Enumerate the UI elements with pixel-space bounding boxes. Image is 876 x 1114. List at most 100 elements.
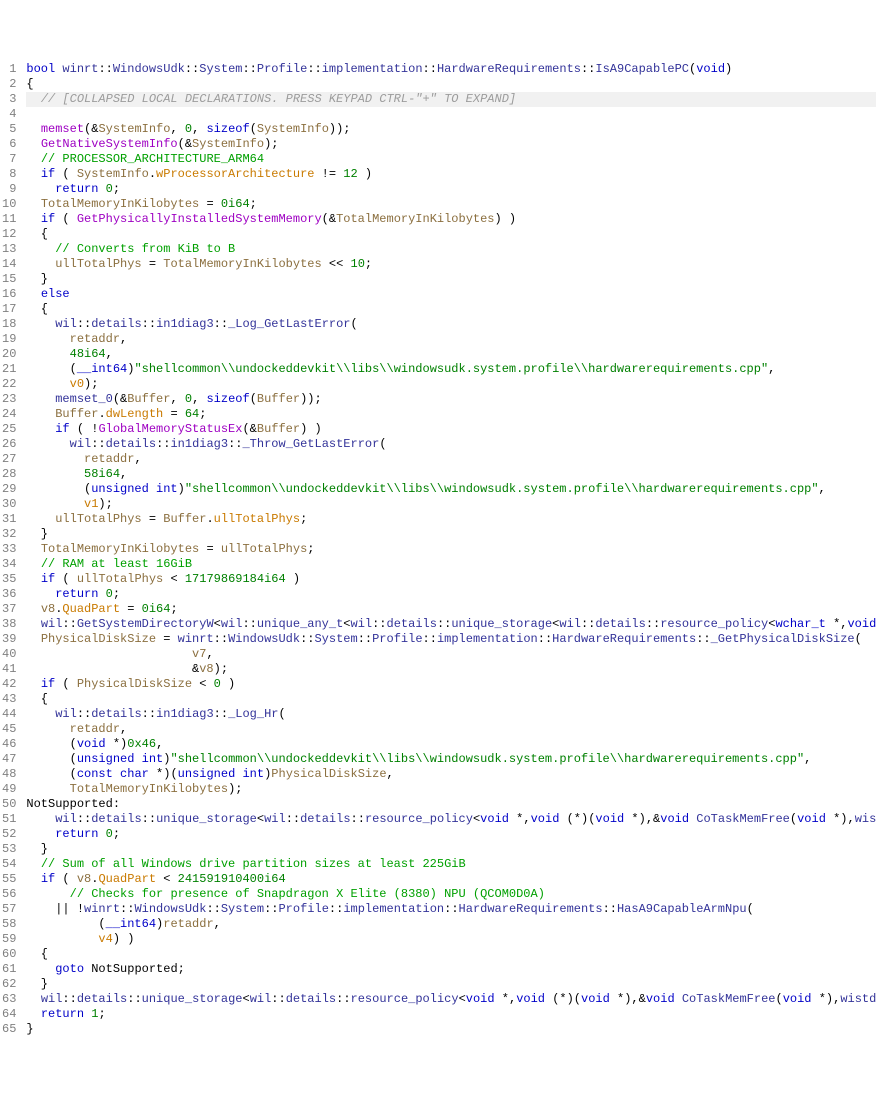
line-number: 38	[2, 617, 16, 632]
code-line[interactable]: retaddr,	[26, 332, 876, 347]
code-line[interactable]: wil::details::in1diag3::_Log_Hr(	[26, 707, 876, 722]
code-line[interactable]: retaddr,	[26, 722, 876, 737]
line-number: 2	[2, 77, 16, 92]
code-line[interactable]: if ( GetPhysicallyInstalledSystemMemory(…	[26, 212, 876, 227]
line-number: 43	[2, 692, 16, 707]
code-line[interactable]: {	[26, 947, 876, 962]
code-line[interactable]: wil::details::unique_storage<wil::detail…	[26, 812, 876, 827]
code-line[interactable]: }	[26, 527, 876, 542]
code-line[interactable]: wil::GetSystemDirectoryW<wil::unique_any…	[26, 617, 876, 632]
line-number: 37	[2, 602, 16, 617]
code-line[interactable]: if ( v8.QuadPart < 241591910400i64	[26, 872, 876, 887]
code-line[interactable]: TotalMemoryInKilobytes = ullTotalPhys;	[26, 542, 876, 557]
code-line[interactable]: // PROCESSOR_ARCHITECTURE_ARM64	[26, 152, 876, 167]
code-line[interactable]: PhysicalDiskSize = winrt::WindowsUdk::Sy…	[26, 632, 876, 647]
code-line[interactable]: (unsigned int)"shellcommon\\undockeddevk…	[26, 752, 876, 767]
code-line[interactable]: // Converts from KiB to B	[26, 242, 876, 257]
code-line[interactable]: return 0;	[26, 182, 876, 197]
code-line[interactable]: // Checks for presence of Snapdragon X E…	[26, 887, 876, 902]
code-line[interactable]: 58i64,	[26, 467, 876, 482]
line-number: 8	[2, 167, 16, 182]
line-number: 13	[2, 242, 16, 257]
code-line[interactable]: &v8);	[26, 662, 876, 677]
code-line[interactable]: {	[26, 227, 876, 242]
code-line[interactable]: {	[26, 77, 876, 92]
line-number: 36	[2, 587, 16, 602]
code-line[interactable]: Buffer.dwLength = 64;	[26, 407, 876, 422]
code-line[interactable]: || !winrt::WindowsUdk::System::Profile::…	[26, 902, 876, 917]
code-line[interactable]: (__int64)"shellcommon\\undockeddevkit\\l…	[26, 362, 876, 377]
code-body[interactable]: bool winrt::WindowsUdk::System::Profile:…	[22, 60, 876, 1039]
code-line[interactable]: if ( ullTotalPhys < 17179869184i64 )	[26, 572, 876, 587]
code-line[interactable]: return 0;	[26, 827, 876, 842]
code-line[interactable]: (__int64)retaddr,	[26, 917, 876, 932]
line-number: 58	[2, 917, 16, 932]
line-number: 63	[2, 992, 16, 1007]
code-line[interactable]: {	[26, 692, 876, 707]
line-number: 55	[2, 872, 16, 887]
line-number: 50	[2, 797, 16, 812]
line-number: 45	[2, 722, 16, 737]
code-line[interactable]: wil::details::unique_storage<wil::detail…	[26, 992, 876, 1007]
code-line[interactable]	[26, 107, 876, 122]
line-number: 52	[2, 827, 16, 842]
code-line[interactable]: v8.QuadPart = 0i64;	[26, 602, 876, 617]
line-number: 32	[2, 527, 16, 542]
code-line[interactable]: else	[26, 287, 876, 302]
code-line[interactable]: 48i64,	[26, 347, 876, 362]
code-line[interactable]: (unsigned int)"shellcommon\\undockeddevk…	[26, 482, 876, 497]
line-number: 21	[2, 362, 16, 377]
line-number: 41	[2, 662, 16, 677]
line-number: 5	[2, 122, 16, 137]
code-line[interactable]: v0);	[26, 377, 876, 392]
code-line[interactable]: if ( SystemInfo.wProcessorArchitecture !…	[26, 167, 876, 182]
line-number: 64	[2, 1007, 16, 1022]
code-line[interactable]: (const char *)(unsigned int)PhysicalDisk…	[26, 767, 876, 782]
line-number: 31	[2, 512, 16, 527]
line-number: 17	[2, 302, 16, 317]
code-line[interactable]: memset_0(&Buffer, 0, sizeof(Buffer));	[26, 392, 876, 407]
code-line[interactable]: // [COLLAPSED LOCAL DECLARATIONS. PRESS …	[26, 92, 876, 107]
code-line[interactable]: return 1;	[26, 1007, 876, 1022]
code-line[interactable]: }	[26, 1022, 876, 1037]
code-line[interactable]: }	[26, 272, 876, 287]
code-line[interactable]: retaddr,	[26, 452, 876, 467]
code-line[interactable]: return 0;	[26, 587, 876, 602]
code-line[interactable]: memset(&SystemInfo, 0, sizeof(SystemInfo…	[26, 122, 876, 137]
code-line[interactable]: bool winrt::WindowsUdk::System::Profile:…	[26, 62, 876, 77]
code-line[interactable]: NotSupported:	[26, 797, 876, 812]
line-number: 11	[2, 212, 16, 227]
line-number: 28	[2, 467, 16, 482]
line-number: 9	[2, 182, 16, 197]
line-number: 39	[2, 632, 16, 647]
line-number: 35	[2, 572, 16, 587]
code-line[interactable]: // Sum of all Windows drive partition si…	[26, 857, 876, 872]
code-line[interactable]: }	[26, 842, 876, 857]
code-line[interactable]: if ( PhysicalDiskSize < 0 )	[26, 677, 876, 692]
code-line[interactable]: (void *)0x46,	[26, 737, 876, 752]
line-number: 44	[2, 707, 16, 722]
code-line[interactable]: v1);	[26, 497, 876, 512]
code-line[interactable]: {	[26, 302, 876, 317]
code-line[interactable]: ullTotalPhys = Buffer.ullTotalPhys;	[26, 512, 876, 527]
line-number: 12	[2, 227, 16, 242]
line-number: 18	[2, 317, 16, 332]
line-number: 34	[2, 557, 16, 572]
code-line[interactable]: GetNativeSystemInfo(&SystemInfo);	[26, 137, 876, 152]
code-line[interactable]: }	[26, 977, 876, 992]
code-line[interactable]: wil::details::in1diag3::_Log_GetLastErro…	[26, 317, 876, 332]
code-line[interactable]: if ( !GlobalMemoryStatusEx(&Buffer) )	[26, 422, 876, 437]
line-number: 16	[2, 287, 16, 302]
code-line[interactable]: ullTotalPhys = TotalMemoryInKilobytes <<…	[26, 257, 876, 272]
code-line[interactable]: v7,	[26, 647, 876, 662]
code-line[interactable]: goto NotSupported;	[26, 962, 876, 977]
line-number: 57	[2, 902, 16, 917]
code-line[interactable]: TotalMemoryInKilobytes);	[26, 782, 876, 797]
code-line[interactable]: TotalMemoryInKilobytes = 0i64;	[26, 197, 876, 212]
code-line[interactable]: v4) )	[26, 932, 876, 947]
code-line[interactable]: wil::details::in1diag3::_Throw_GetLastEr…	[26, 437, 876, 452]
line-number: 30	[2, 497, 16, 512]
line-number: 61	[2, 962, 16, 977]
code-line[interactable]: // RAM at least 16GiB	[26, 557, 876, 572]
line-number: 60	[2, 947, 16, 962]
